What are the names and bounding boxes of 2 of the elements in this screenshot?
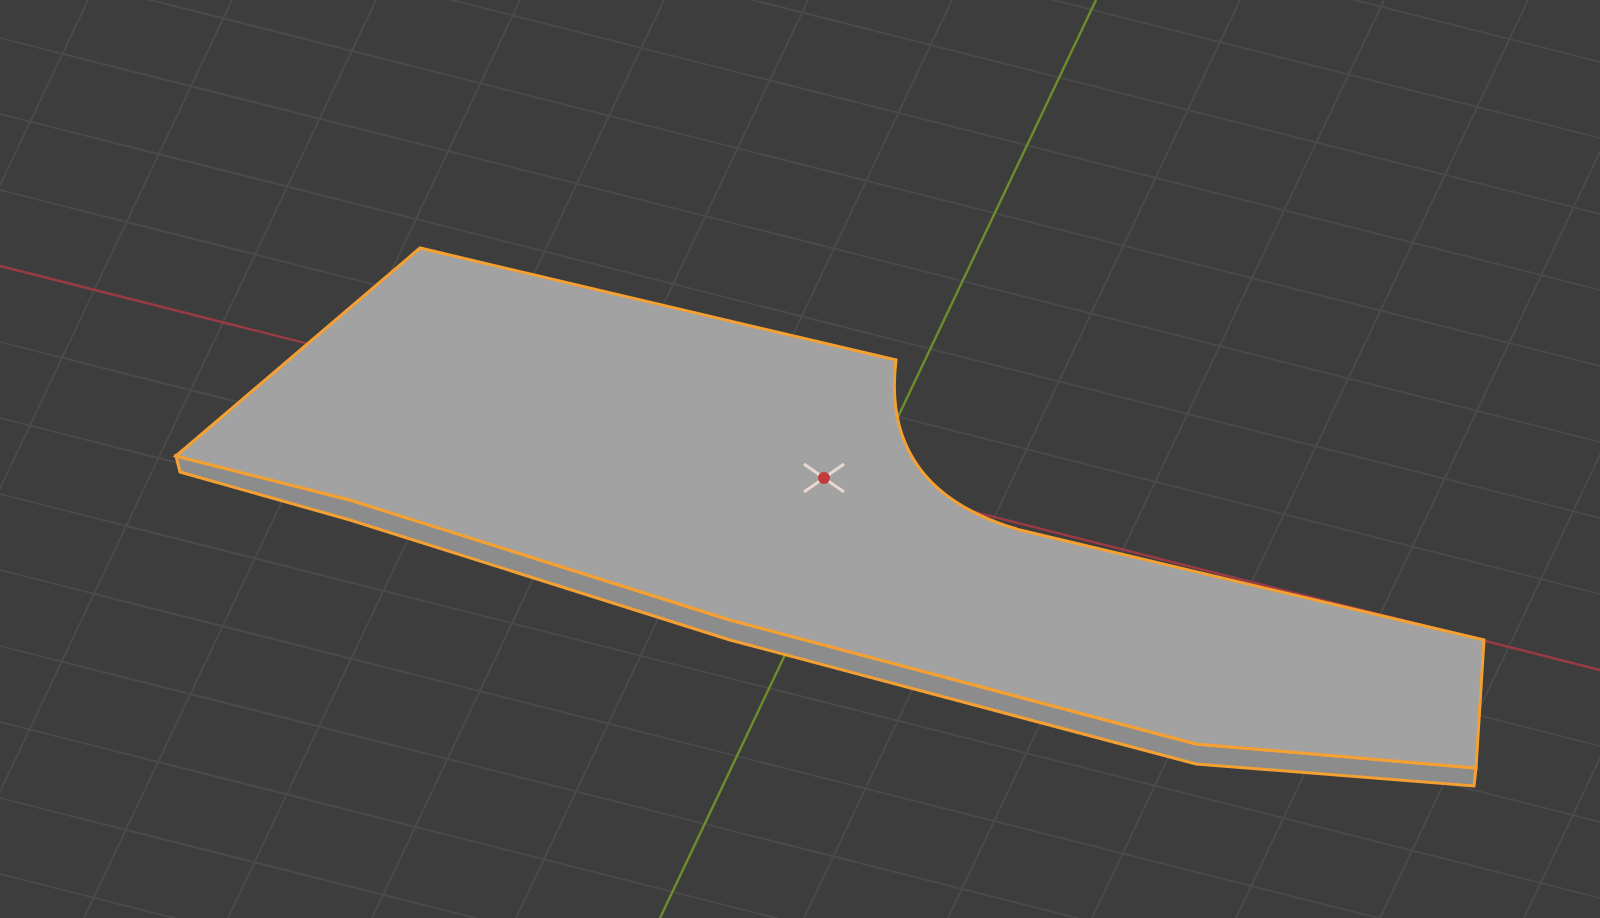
- origin-icon: [803, 462, 845, 494]
- slab-mesh[interactable]: [173, 246, 1486, 788]
